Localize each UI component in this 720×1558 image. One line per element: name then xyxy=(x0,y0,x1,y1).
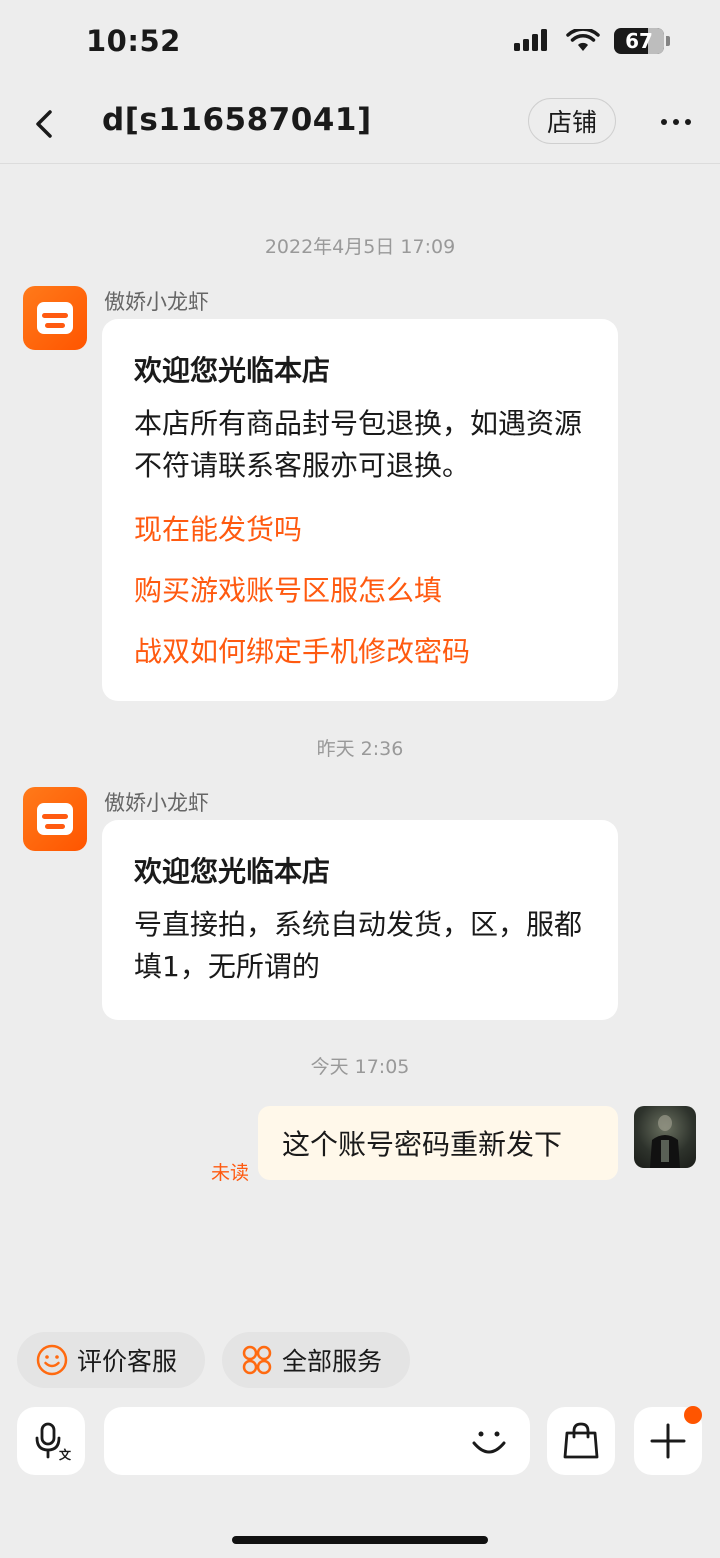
my-message-bubble: 这个账号密码重新发下 xyxy=(258,1106,618,1180)
battery-level: 67 xyxy=(625,29,653,53)
microphone-translate-icon: 文 xyxy=(35,1422,72,1462)
user-photo xyxy=(650,1115,680,1168)
all-services-button[interactable]: 全部服务 xyxy=(222,1332,410,1388)
status-icons: 67 xyxy=(514,28,670,54)
message-body: 本店所有商品封号包退换，如遇资源不符请联系客服亦可退换。 xyxy=(134,407,583,482)
svg-text:文: 文 xyxy=(59,1447,72,1462)
status-bar: 10:52 67 xyxy=(0,0,720,86)
faq-link-bind-phone[interactable]: 战双如何绑定手机修改密码 xyxy=(134,631,586,673)
smile-icon xyxy=(36,1344,68,1376)
wifi-icon xyxy=(566,29,600,51)
status-time: 10:52 xyxy=(86,24,181,58)
shopping-bag-button[interactable] xyxy=(547,1407,615,1475)
shop-logo-icon xyxy=(37,302,73,334)
back-arrow-icon[interactable] xyxy=(26,104,66,144)
all-services-label: 全部服务 xyxy=(282,1347,383,1376)
plus-icon xyxy=(650,1423,686,1459)
grid-icon xyxy=(242,1345,272,1375)
notification-dot xyxy=(684,1406,702,1424)
chat-title: d[s116587041] xyxy=(102,102,372,138)
faq-link-server-region[interactable]: 购买游戏账号区服怎么填 xyxy=(134,570,586,612)
shop-logo-icon xyxy=(37,803,73,835)
user-avatar[interactable] xyxy=(634,1106,696,1168)
message-bubble: 欢迎您光临本店 本店所有商品封号包退换，如遇资源不符请联系客服亦可退换。 现在能… xyxy=(102,319,618,701)
unread-status: 未读 xyxy=(211,1162,250,1184)
rate-service-button[interactable]: 评价客服 xyxy=(17,1332,205,1388)
store-button[interactable]: 店铺 xyxy=(528,98,616,144)
emoji-icon[interactable] xyxy=(468,1421,510,1463)
cellular-signal-icon xyxy=(514,29,547,51)
home-indicator[interactable] xyxy=(232,1536,488,1544)
rate-service-label: 评价客服 xyxy=(77,1347,178,1376)
voice-input-button[interactable]: 文 xyxy=(17,1407,85,1475)
shop-avatar[interactable] xyxy=(23,787,87,851)
battery-icon: 67 xyxy=(614,28,670,54)
message-input[interactable] xyxy=(104,1407,530,1475)
message-title: 欢迎您光临本店 xyxy=(134,855,331,888)
faq-link-ship-now[interactable]: 现在能发货吗 xyxy=(134,509,586,551)
chat-header: d[s116587041] 店铺 xyxy=(0,86,720,164)
sender-name: 傲娇小龙虾 xyxy=(104,791,209,815)
message-title: 欢迎您光临本店 xyxy=(134,354,331,387)
message-body: 号直接拍，系统自动发货，区，服都填1，无所谓的 xyxy=(134,908,583,983)
message-timestamp: 2022年4月5日 17:09 xyxy=(264,236,456,258)
message-bubble: 欢迎您光临本店 号直接拍，系统自动发货，区，服都填1，无所谓的 xyxy=(102,820,618,1020)
message-timestamp: 今天 17:05 xyxy=(310,1056,410,1078)
sender-name: 傲娇小龙虾 xyxy=(104,290,209,314)
shopping-bag-icon xyxy=(563,1422,599,1459)
more-options-icon[interactable] xyxy=(654,104,698,140)
shop-avatar[interactable] xyxy=(23,286,87,350)
message-timestamp: 昨天 2:36 xyxy=(316,738,404,760)
